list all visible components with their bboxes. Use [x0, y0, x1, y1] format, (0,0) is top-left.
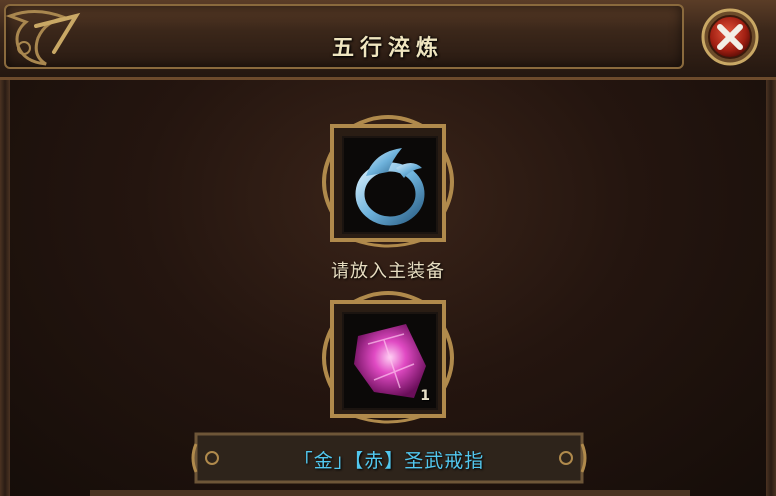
main-equipment-prompt: 请放入主装备	[331, 261, 445, 282]
close-icon	[701, 8, 759, 66]
window-title: 五行淬炼	[331, 36, 444, 61]
slot-inner	[342, 136, 438, 234]
material-slot[interactable]: 1	[314, 288, 462, 434]
ring-icon	[355, 148, 425, 226]
close-button[interactable]	[697, 6, 761, 66]
title-bar: 五行淬炼	[0, 0, 776, 80]
item-name: 「金」【赤】圣武戒指	[293, 450, 485, 472]
item-name-bar: 「金」【赤】圣武戒指	[190, 430, 588, 486]
left-frame	[0, 80, 10, 496]
bottom-frame	[90, 490, 690, 496]
main-equipment-slot[interactable]	[314, 112, 462, 258]
item-count: 1	[420, 388, 430, 404]
slot-inner: 1	[342, 312, 438, 410]
right-frame	[766, 80, 776, 496]
forge-window: 五行淬炼 请放入主装备 1 「金」【赤】圣武戒指	[0, 0, 776, 496]
